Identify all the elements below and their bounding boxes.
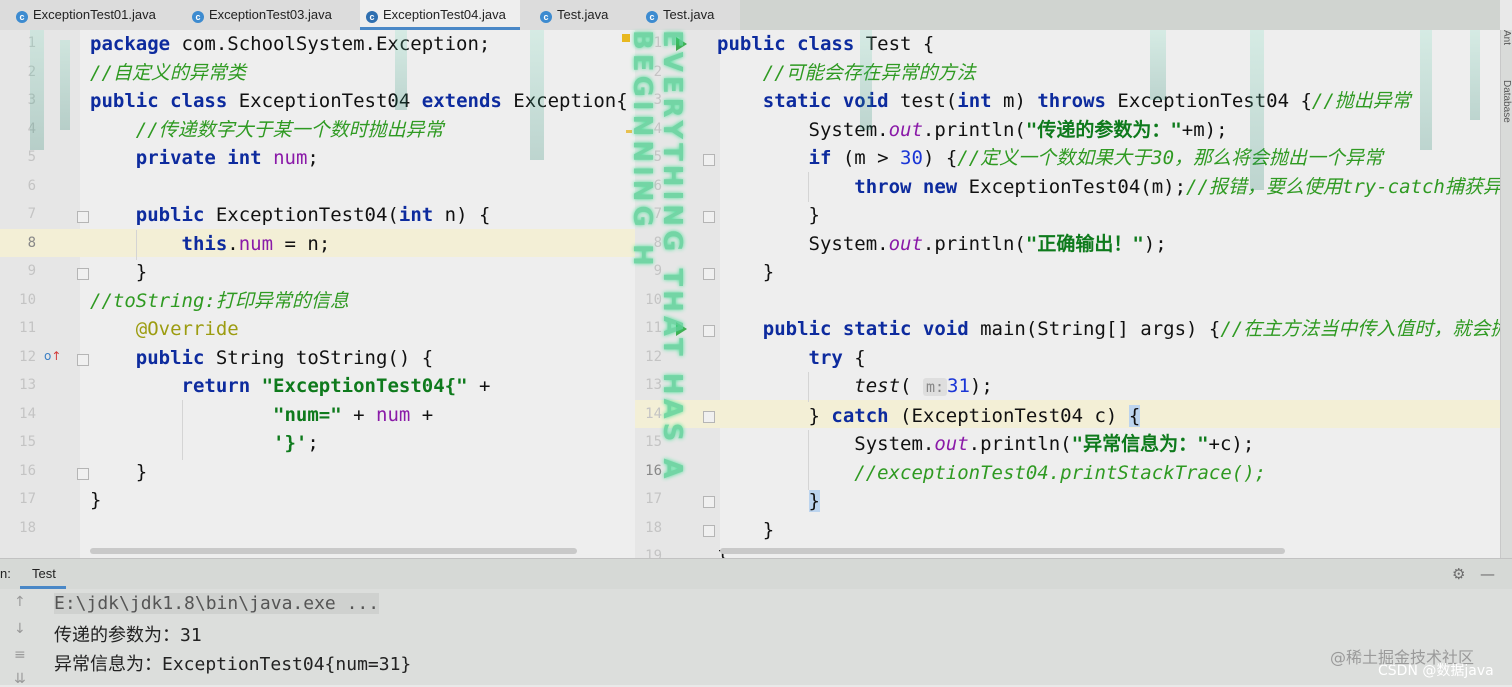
gear-icon[interactable]: ⚙ xyxy=(1452,565,1465,583)
java-class-icon: c xyxy=(192,11,204,23)
line-number: 11 xyxy=(19,320,36,336)
tab-test-2[interactable]: c Test.java xyxy=(646,0,714,30)
fold-icon[interactable] xyxy=(703,211,715,223)
soft-wrap-icon[interactable]: ≡ xyxy=(14,647,26,663)
right-editor-header xyxy=(740,0,1500,30)
line-number: 17 xyxy=(19,491,36,507)
console-command-line: E:\jdk\jdk1.8\bin\java.exe ... xyxy=(54,593,380,614)
line-number: 13 xyxy=(19,377,36,393)
line-number: 6 xyxy=(27,177,36,194)
matrix-streak xyxy=(60,40,70,130)
matrix-streak xyxy=(1250,30,1264,190)
java-class-icon: c xyxy=(646,11,658,23)
watermark-csdn: CSDN @数据java xyxy=(1378,663,1494,679)
fold-icon[interactable] xyxy=(703,154,715,166)
run-tool-bar: n: Test ⚙ — xyxy=(0,558,1512,590)
tab-label: ExceptionTest01.java xyxy=(33,7,156,22)
tab-exceptiontest01[interactable]: c ExceptionTest01.java xyxy=(16,0,156,30)
fold-icon[interactable] xyxy=(77,211,89,223)
line-number: 5 xyxy=(27,149,36,165)
right-code-block: public class Test { //可能会存在异常的方法 static … xyxy=(717,33,1510,569)
matrix-streak xyxy=(860,30,872,130)
line-number: 10 xyxy=(19,291,36,308)
run-panel-prefix: n: xyxy=(0,566,11,581)
line-number: 18 xyxy=(19,519,36,536)
line-number: 15 xyxy=(19,434,36,450)
exception-class-icon: c xyxy=(366,11,378,23)
tab-exceptiontest03[interactable]: c ExceptionTest03.java xyxy=(192,0,332,30)
parameter-hint: m: xyxy=(922,378,947,396)
scroll-up-icon[interactable]: ↑ xyxy=(14,594,26,610)
run-tab-label: Test xyxy=(32,566,56,581)
matrix-streak xyxy=(1470,30,1480,120)
fold-icon[interactable] xyxy=(703,496,715,508)
matrix-streak xyxy=(1420,30,1432,150)
ant-tool-button[interactable]: Ant xyxy=(1501,30,1512,45)
minimize-icon[interactable]: — xyxy=(1480,565,1495,583)
console-output-line: 传递的参数为：31 xyxy=(54,625,202,646)
line-number: 7 xyxy=(27,206,36,222)
line-number: 14 xyxy=(19,405,36,422)
line-number: 12 xyxy=(19,348,36,365)
matrix-streak xyxy=(530,30,544,160)
tab-label: ExceptionTest03.java xyxy=(209,7,332,22)
tab-label: Test.java xyxy=(557,7,609,22)
tab-exceptiontest04[interactable]: c ExceptionTest04.java xyxy=(360,0,520,30)
line-number: 16 xyxy=(19,462,36,479)
run-tab-test[interactable]: Test xyxy=(20,559,66,589)
scroll-down-icon[interactable]: ↓ xyxy=(14,621,26,637)
console-output-line: 异常信息为：ExceptionTest04{num=31} xyxy=(54,654,412,675)
editor-tab-bar: c ExceptionTest01.java c ExceptionTest03.j… xyxy=(0,0,740,31)
fold-icon[interactable] xyxy=(77,268,89,280)
line-number: 9 xyxy=(27,263,36,279)
database-tool-button[interactable]: Database xyxy=(1501,80,1512,123)
right-horizontal-scrollbar[interactable] xyxy=(720,548,1285,554)
line-number: 8 xyxy=(27,234,36,251)
fold-icon[interactable] xyxy=(77,468,89,480)
matrix-streak xyxy=(1150,30,1166,100)
fold-icon[interactable] xyxy=(703,411,715,423)
tab-label: ExceptionTest04.java xyxy=(383,7,506,22)
fold-icon[interactable] xyxy=(703,268,715,280)
fold-icon[interactable] xyxy=(703,325,715,337)
tab-test[interactable]: c Test.java xyxy=(540,0,608,30)
java-class-icon: c xyxy=(540,11,552,23)
fold-icon[interactable] xyxy=(77,354,89,366)
left-code-block: package com.SchoolSystem.Exception; //自定… xyxy=(90,33,628,511)
fold-icon[interactable] xyxy=(703,525,715,537)
java-class-icon: c xyxy=(16,11,28,23)
matrix-streak xyxy=(30,30,44,150)
tab-label: Test.java xyxy=(663,7,715,22)
left-horizontal-scrollbar[interactable] xyxy=(90,548,577,554)
override-gutter-icon[interactable]: o↑ xyxy=(44,349,61,363)
matrix-streak xyxy=(395,30,407,110)
run-console[interactable]: ↑ ↓ ≡ ⇊ E:\jdk\jdk1.8\bin\java.exe ... 传… xyxy=(0,589,1512,687)
right-tool-window-strip: Ant Database xyxy=(1500,30,1512,558)
